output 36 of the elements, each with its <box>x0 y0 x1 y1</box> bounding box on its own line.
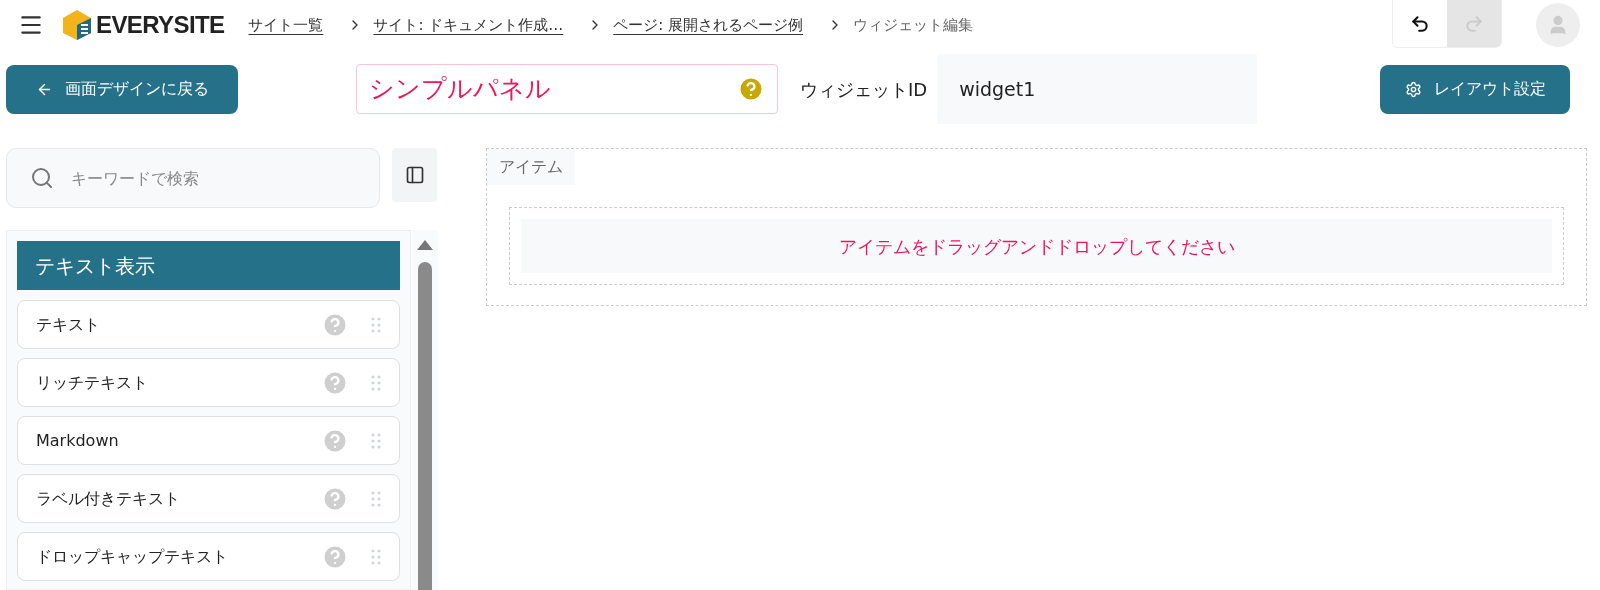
drop-zone[interactable]: アイテムをドラッグアンドドロップしてください <box>509 207 1564 285</box>
redo-icon <box>1464 13 1484 34</box>
layout-settings-button[interactable]: レイアウト設定 <box>1380 64 1570 114</box>
breadcrumb-current: ウィジェット編集 <box>853 14 974 36</box>
drop-hint: アイテムをドラッグアンドドロップしてください <box>838 234 1235 259</box>
breadcrumb-link[interactable]: サイト: ドキュメント作成… <box>373 13 564 37</box>
help-icon[interactable] <box>737 75 765 103</box>
undo-icon <box>1410 13 1430 34</box>
logo-icon <box>62 9 92 41</box>
settings-icon <box>1404 80 1422 98</box>
search-field[interactable]: キーワードで検索 <box>6 148 380 208</box>
panel-toggle-button[interactable] <box>392 148 437 202</box>
component-item[interactable]: Markdown <box>17 416 400 465</box>
drag-handle-icon[interactable] <box>371 431 381 450</box>
component-item[interactable]: リッチテキスト <box>17 358 400 407</box>
drag-handle-icon[interactable] <box>371 373 381 392</box>
widget-id-field[interactable]: widget1 <box>937 54 1258 124</box>
component-item[interactable]: ドロップキャップテキスト <box>17 532 400 581</box>
back-button[interactable]: 画面デザインに戻る <box>6 64 238 114</box>
widget-id-label: ウィジェットID <box>800 77 928 102</box>
component-item[interactable]: テキスト <box>17 300 400 349</box>
avatar[interactable] <box>1536 3 1580 47</box>
section-label: アイテム <box>487 149 575 185</box>
breadcrumb-link[interactable]: サイト一覧 <box>248 13 324 37</box>
drag-handle-icon[interactable] <box>371 315 381 334</box>
logo-text: EVERYSITE <box>96 10 225 40</box>
breadcrumb-link[interactable]: ページ: 展開されるページ例 <box>613 13 804 37</box>
search-icon <box>30 166 54 190</box>
sidebar-icon <box>404 165 425 185</box>
widget-title-field[interactable]: シンプルパネル <box>356 64 778 114</box>
drag-handle-icon[interactable] <box>371 547 381 566</box>
scrollbar[interactable] <box>412 230 438 590</box>
scroll-up-icon[interactable] <box>417 240 433 250</box>
drag-handle-icon[interactable] <box>371 489 381 508</box>
category-header: テキスト表示 <box>17 241 400 290</box>
component-item[interactable]: ラベル付きテキスト <box>17 474 400 523</box>
